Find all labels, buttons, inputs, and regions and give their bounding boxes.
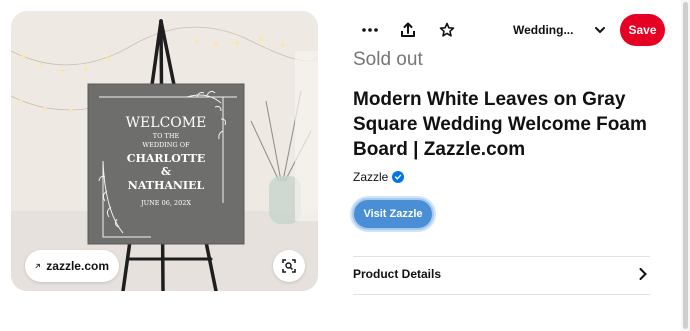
sign-name-2: NATHANIEL (128, 179, 205, 192)
sign-ampersand: & (161, 165, 171, 178)
arrow-up-right-icon (35, 263, 40, 269)
board-select-label: Wedding... (513, 23, 574, 37)
share-upload-icon (401, 22, 415, 37)
more-options-button[interactable] (356, 16, 384, 44)
product-details-row[interactable]: Product Details (353, 256, 650, 292)
visual-search-button[interactable] (273, 250, 305, 282)
chevron-down-icon (595, 26, 606, 33)
divider (353, 294, 650, 295)
wedding-sign-photo: WELCOME TO THE WEDDING OF CHARLOTTE & NA… (11, 11, 318, 291)
sign-wedding-of: WEDDING OF (142, 141, 190, 149)
sign-name-1: CHARLOTTE (127, 152, 206, 165)
source-name-label: Zazzle (353, 170, 389, 184)
verified-badge-icon (392, 171, 405, 183)
visit-site-button[interactable]: Visit Zazzle (352, 198, 434, 230)
board-select-dropdown[interactable]: Wedding... (513, 19, 606, 41)
product-details-label: Product Details (353, 267, 442, 281)
page-scrollbar[interactable] (681, 0, 690, 331)
sign-welcome: WELCOME (126, 115, 207, 131)
ellipsis-icon (362, 28, 378, 32)
share-button[interactable] (394, 16, 422, 44)
pin-title: Modern White Leaves on Gray Square Weddi… (353, 89, 647, 160)
visual-search-icon (282, 259, 296, 273)
source-link-pill[interactable]: zazzle.com (25, 250, 119, 282)
sign-date: JUNE 06, 202X (140, 199, 191, 207)
pin-toolbar: Wedding... Save (353, 11, 665, 49)
availability-status: Sold out (353, 49, 423, 70)
favorite-button[interactable] (433, 16, 461, 44)
source-attribution[interactable]: Zazzle (353, 170, 405, 184)
scrollbar-thumb[interactable] (683, 2, 688, 329)
sign-to-the: TO THE (153, 132, 180, 140)
product-image[interactable]: WELCOME TO THE WEDDING OF CHARLOTTE & NA… (11, 11, 318, 291)
star-icon (439, 22, 455, 37)
source-link-label: zazzle.com (46, 259, 109, 273)
save-button[interactable]: Save (620, 14, 665, 46)
chevron-right-icon (639, 268, 647, 280)
